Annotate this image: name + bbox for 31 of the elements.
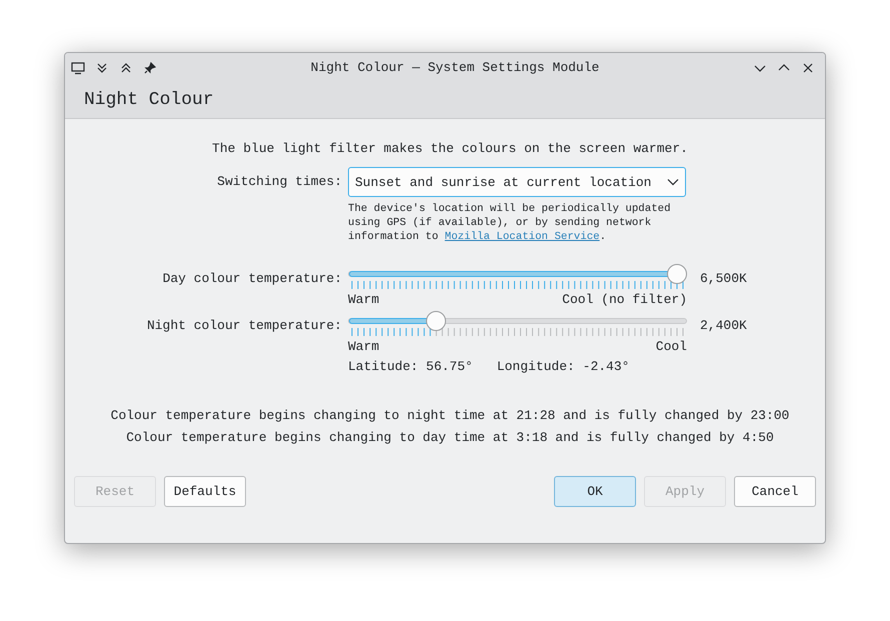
- dialog-button[interactable]: OK: [554, 476, 636, 507]
- schedule-text: Colour temperature begins changing to night time at 21:28 and is fully changed by 23:00: [110, 408, 790, 423]
- pin-icon[interactable]: [143, 60, 157, 74]
- page-heading: Night Colour: [84, 90, 214, 110]
- slider-handle[interactable]: [426, 311, 446, 331]
- description-text: The blue light filter makes the colours on the screen warmer.: [212, 141, 688, 156]
- monitor-icon[interactable]: [71, 60, 85, 74]
- dialog-button[interactable]: Cancel: [734, 476, 816, 507]
- slider-label: Day colour temperature:: [162, 271, 342, 286]
- switching-times-dropdown[interactable]: Sunset and sunrise at current location: [348, 167, 686, 197]
- close-icon[interactable]: [801, 60, 815, 74]
- max-label: Cool: [656, 339, 687, 354]
- longitude-text: Longitude: -2.43°: [496, 359, 630, 374]
- max-label: Cool (no filter): [562, 292, 687, 307]
- window-title: Night Colour — System Settings Module: [310, 60, 600, 75]
- double-chevron-down-icon[interactable]: [95, 60, 109, 74]
- min-label: Warm: [348, 292, 380, 307]
- latitude-text: Latitude: 56.75°: [348, 359, 473, 374]
- slider-value: 6,500K: [700, 271, 747, 286]
- chevron-down-icon: [667, 178, 679, 186]
- slider-value: 2,400K: [700, 318, 747, 333]
- location-service-link[interactable]: Mozilla Location Service: [444, 231, 600, 243]
- slider-track[interactable]: [348, 318, 687, 324]
- schedule-text: Colour temperature begins changing to day time at 3:18 and is fully changed by 4:50: [126, 430, 774, 445]
- slider-label: Night colour temperature:: [146, 318, 342, 333]
- dialog-button[interactable]: Defaults: [164, 476, 246, 507]
- min-label: Warm: [348, 339, 380, 354]
- field-label: Switching times:: [217, 174, 342, 189]
- help-text: The device's location will be periodically updated using GPS (if available), or by sending network information to Mozilla Location Service.: [348, 202, 672, 244]
- slider-handle[interactable]: [667, 264, 687, 284]
- double-chevron-up-icon[interactable]: [119, 60, 133, 74]
